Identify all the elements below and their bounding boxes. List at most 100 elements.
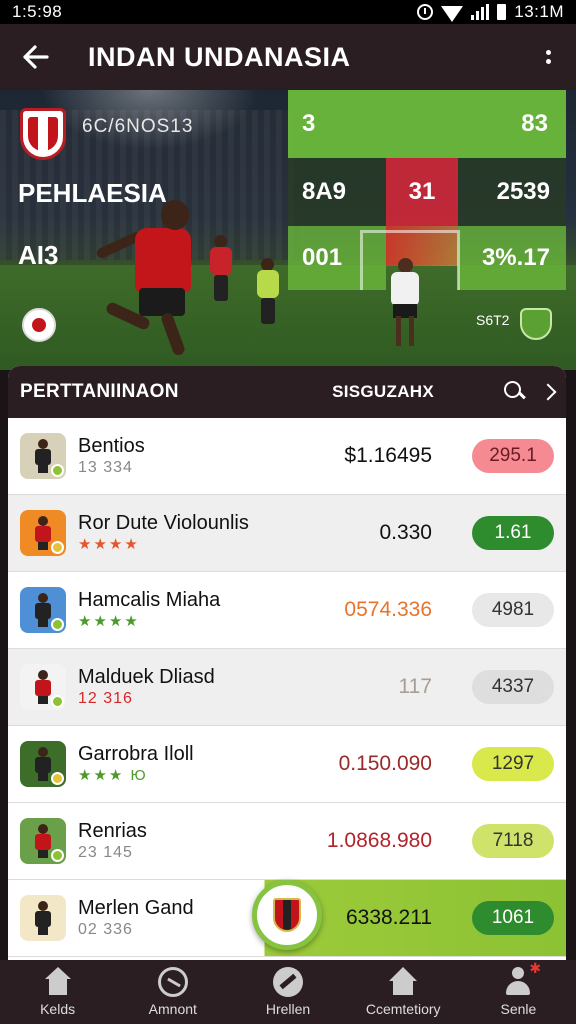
nav-label: Hrellen bbox=[265, 1001, 311, 1017]
player-avatar-icon bbox=[34, 901, 52, 935]
row-text: Ror Dute Violounlis ★★★★ bbox=[78, 511, 272, 555]
club-crest-icon bbox=[273, 898, 301, 932]
row-text: Garrobra Iloll ★★★ Ю bbox=[78, 742, 272, 786]
avatar bbox=[20, 741, 66, 787]
featured-player bbox=[95, 200, 205, 360]
list-item[interactable]: Renrias 23 145 1.0868.980 7118 bbox=[8, 803, 566, 880]
stat-value: 83 bbox=[521, 110, 548, 137]
score-badge: 4981 bbox=[472, 593, 554, 627]
score-badge: 1061 bbox=[472, 901, 554, 935]
back-button[interactable] bbox=[18, 40, 52, 74]
wifi-icon bbox=[441, 6, 464, 22]
more-options-button[interactable] bbox=[538, 40, 558, 74]
stat-value: 8A9 bbox=[302, 178, 347, 205]
row-value: 0.150.090 bbox=[338, 752, 432, 775]
row-subtitle: 12 316 bbox=[78, 690, 133, 707]
player-avatar-icon bbox=[34, 516, 52, 550]
signal-icon bbox=[471, 4, 490, 20]
notification-badge-icon: ✱ bbox=[529, 960, 542, 976]
avatar bbox=[20, 895, 66, 941]
list-header: PERTTANIINAON SISGUZAHX bbox=[8, 366, 566, 418]
avatar bbox=[20, 433, 66, 479]
ball-icon bbox=[22, 308, 56, 342]
list-item[interactable]: Hamcalis Miaha ★★★★ 0574.336 4981 bbox=[8, 572, 566, 649]
status-icons: 13:1M bbox=[417, 2, 564, 22]
stat-cell: 2539 bbox=[458, 158, 566, 226]
nav-item-hrellen[interactable]: Hrellen bbox=[230, 960, 345, 1024]
more-dot-icon bbox=[545, 59, 551, 64]
row-value: 0574.336 bbox=[344, 598, 432, 621]
user-icon: ✱ bbox=[503, 961, 541, 997]
hero-banner: 3 83 8A9 31 2539 001 3%.17 6C/6NOS13 PEH… bbox=[0, 90, 576, 370]
list-subtitle: SISGUZAHX bbox=[332, 382, 434, 401]
status-time-left: 1:5:98 bbox=[12, 2, 63, 21]
bottom-nav: Kelds Amnont Hrellen Ccemtetiory ✱ Senle bbox=[0, 960, 576, 1024]
list-item[interactable]: Ror Dute Violounlis ★★★★ 0.330 1.61 bbox=[8, 495, 566, 572]
row-value: $1.16495 bbox=[344, 444, 432, 467]
row-name: Garrobra Iloll bbox=[78, 743, 194, 765]
hero-code: 6C/6NOS13 bbox=[82, 116, 194, 137]
player-avatar-icon bbox=[34, 670, 52, 704]
home-icon bbox=[43, 967, 73, 997]
nav-item-home[interactable]: Kelds bbox=[0, 960, 115, 1024]
player-avatar-icon bbox=[34, 747, 52, 781]
nav-item-community[interactable]: Ccemtetiory bbox=[346, 960, 461, 1024]
nav-label: Amnont bbox=[148, 1001, 197, 1017]
battery-icon bbox=[497, 4, 507, 20]
back-arrow-icon bbox=[23, 45, 49, 69]
status-dot-icon bbox=[51, 541, 64, 554]
alarm-icon bbox=[417, 4, 434, 20]
shield-icon bbox=[520, 308, 552, 340]
status-dot-icon bbox=[51, 849, 64, 862]
row-name: Hamcalis Miaha bbox=[78, 589, 221, 611]
score-badge: 1297 bbox=[472, 747, 554, 781]
row-subtitle: ★★★★ bbox=[78, 613, 140, 630]
player-avatar-icon bbox=[34, 593, 52, 627]
search-icon[interactable] bbox=[504, 381, 526, 403]
player-avatar-icon bbox=[34, 824, 52, 858]
community-icon bbox=[388, 967, 418, 997]
avatar bbox=[20, 818, 66, 864]
nav-item-amnont[interactable]: Amnont bbox=[115, 960, 230, 1024]
status-dot-icon bbox=[51, 695, 64, 708]
row-subtitle: ★★★★ bbox=[78, 536, 140, 553]
score-badge: 295.1 bbox=[472, 439, 554, 473]
score-badge: 4337 bbox=[472, 670, 554, 704]
nav-label: Kelds bbox=[40, 1001, 76, 1017]
nav-item-profile[interactable]: ✱ Senle bbox=[461, 960, 576, 1024]
player-avatar-icon bbox=[34, 439, 52, 473]
row-text: Hamcalis Miaha ★★★★ bbox=[78, 588, 272, 632]
hero-short: AI3 bbox=[18, 240, 59, 270]
stat-cell-highlight: 31 bbox=[386, 158, 458, 226]
list-item[interactable]: Garrobra Iloll ★★★ Ю 0.150.090 1297 bbox=[8, 726, 566, 803]
row-subtitle: ★★★ Ю bbox=[78, 767, 148, 784]
status-dot-icon bbox=[51, 464, 64, 477]
row-subtitle: 02 336 bbox=[78, 921, 133, 938]
stat-row-1: 3 83 bbox=[288, 90, 566, 158]
row-subtitle: 23 145 bbox=[78, 844, 133, 861]
club-crest-button[interactable] bbox=[252, 880, 322, 950]
row-name: Renrias bbox=[78, 820, 147, 842]
list-item[interactable]: Malduek Dliasd 12 316 117 4337 bbox=[8, 649, 566, 726]
row-value: 1.0868.980 bbox=[326, 829, 432, 852]
stat-value: 2539 bbox=[496, 178, 550, 205]
list-item[interactable]: Bentios 13 334 $1.16495 295.1 bbox=[8, 418, 566, 495]
avatar bbox=[20, 664, 66, 710]
chevron-right-icon[interactable] bbox=[539, 383, 557, 401]
page-title: INDAN UNDANASIA bbox=[88, 41, 351, 72]
row-name: Bentios bbox=[78, 435, 145, 457]
avatar bbox=[20, 587, 66, 633]
row-value: 117 bbox=[398, 675, 432, 698]
stat-value: 3 bbox=[302, 110, 316, 137]
row-name: Merlen Gand bbox=[78, 897, 194, 919]
boot-icon bbox=[273, 967, 303, 997]
row-name: Malduek Dliasd bbox=[78, 666, 215, 688]
nav-label: Ccemtetiory bbox=[365, 1001, 441, 1017]
hero-caption: S6T2 bbox=[476, 312, 510, 328]
row-subtitle: 13 334 bbox=[78, 459, 133, 476]
list-title: PERTTANIINAON bbox=[20, 381, 179, 402]
score-badge: 1.61 bbox=[472, 516, 554, 550]
row-text: Merlen Gand 02 336 bbox=[78, 896, 272, 940]
row-name: Ror Dute Violounlis bbox=[78, 512, 249, 534]
stat-value: 31 bbox=[408, 178, 436, 205]
